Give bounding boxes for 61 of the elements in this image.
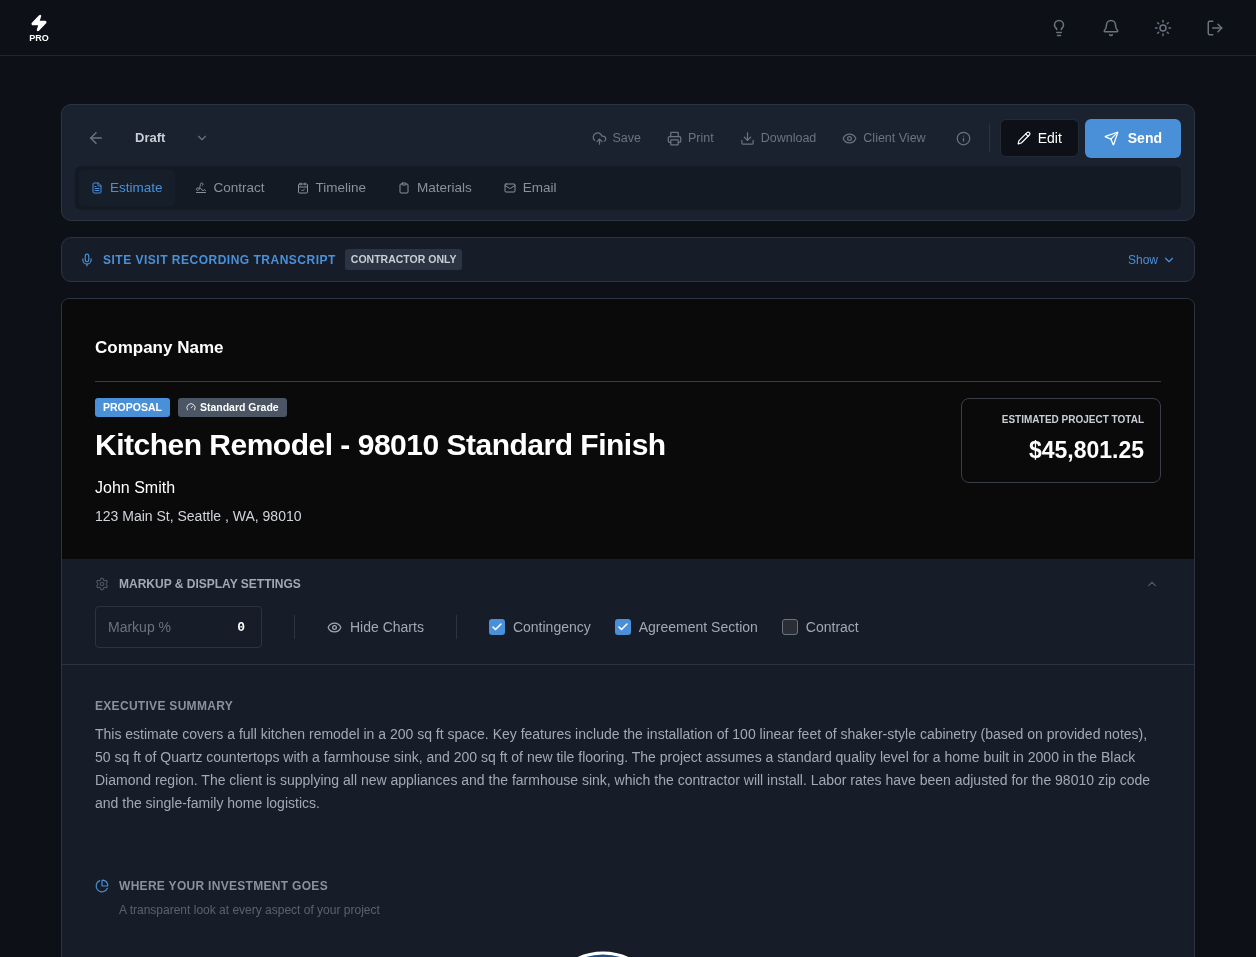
status-dropdown[interactable]: Draft [135,128,210,148]
client-name: John Smith [95,478,177,499]
tab[interactable]: Estimate [79,170,175,206]
pie-chart-icon [95,879,109,894]
checkbox-label: Agreement Section [638,617,758,637]
eye-icon [842,130,858,146]
settings-title: MARKUP & DISPLAY SETTINGS [119,576,301,594]
bell-icon[interactable] [1102,18,1120,37]
investment-subtitle: A transparent look at every aspect of your project [119,902,381,920]
send-icon [1103,130,1119,146]
document-icon [91,182,103,194]
logout-icon[interactable] [1206,18,1224,37]
microphone-icon [80,251,94,268]
logo[interactable]: PRO [28,12,50,43]
send-button[interactable]: Send [1084,118,1181,158]
client-address: 123 Main St, Seattle , WA, 98010 [95,507,303,527]
summary-heading: EXECUTIVE SUMMARY [95,698,234,716]
proposal-badge: PROPOSAL [95,397,170,418]
gauge-icon [185,402,196,413]
checkbox[interactable] [781,619,798,636]
hide-charts-button[interactable]: Hide Charts [327,616,424,638]
signature-icon [194,182,207,194]
printer-icon [667,130,683,146]
contractor-only-badge: CONTRACTOR ONLY [344,248,463,271]
edit-button[interactable]: Edit [999,119,1079,157]
total-label: ESTIMATED PROJECT TOTAL [1001,413,1144,428]
checkbox[interactable] [488,619,505,636]
tab[interactable]: Email [491,170,569,206]
calendar-icon [296,182,309,194]
toolbar-action[interactable]: Client View [842,128,926,148]
checkbox-label: Contract [805,617,859,637]
gear-icon [95,577,109,592]
tab[interactable]: Materials [386,170,484,206]
checkbox[interactable] [614,619,631,636]
summary-text: This estimate covers a full kitchen remodel in a 200 sq ft space. Key features include the installation of 100 linear feet of shaker-style cabinetry (based on provided notes), 50 sq ft of Quartz countertops with a farmhouse sink, and 200 sq ft of new tile flooring. The project assumes a standard quality level for a home built in 2000 in the Black Diamond region. The client is supplying all new appliances and the farmhouse sink, which the contractor will install. Labor rates have been adjusted for the 98010 zip code and the single-family home logistics. [95,725,1152,814]
lightning-icon [30,12,48,34]
project-title: Kitchen Remodel - 98010 Standard Finish [95,427,666,464]
pencil-icon [1016,131,1031,145]
show-toggle[interactable]: Show [1127,250,1176,269]
toolbar-action[interactable]: Download [739,128,817,148]
toolbar-action[interactable]: Save [591,128,642,148]
mail-icon [503,182,516,194]
grade-badge: Standard Grade [177,397,287,418]
cloud-upload-icon [591,130,607,146]
transcript-title: SITE VISIT RECORDING TRANSCRIPT [103,251,336,269]
investment-heading: WHERE YOUR INVESTMENT GOES [119,878,328,896]
markup-input[interactable]: Markup % [108,616,178,638]
logo-text: PRO [29,34,49,43]
markup-value: 0 [236,618,246,637]
toolbar-action[interactable]: Print [667,128,714,148]
download-icon [739,130,755,146]
clipboard-icon [398,182,411,194]
info-icon[interactable] [955,130,971,146]
company-name: Company Name [95,335,1161,382]
tab[interactable]: Contract [182,170,277,206]
tab[interactable]: Timeline [284,170,379,206]
eye-icon [327,619,342,635]
markup-field[interactable]: Markup % 0 [95,606,262,649]
sun-icon[interactable] [1154,18,1172,37]
total-amount: $45,801.25 [1028,436,1144,466]
checkbox-label: Contingency [512,617,591,637]
